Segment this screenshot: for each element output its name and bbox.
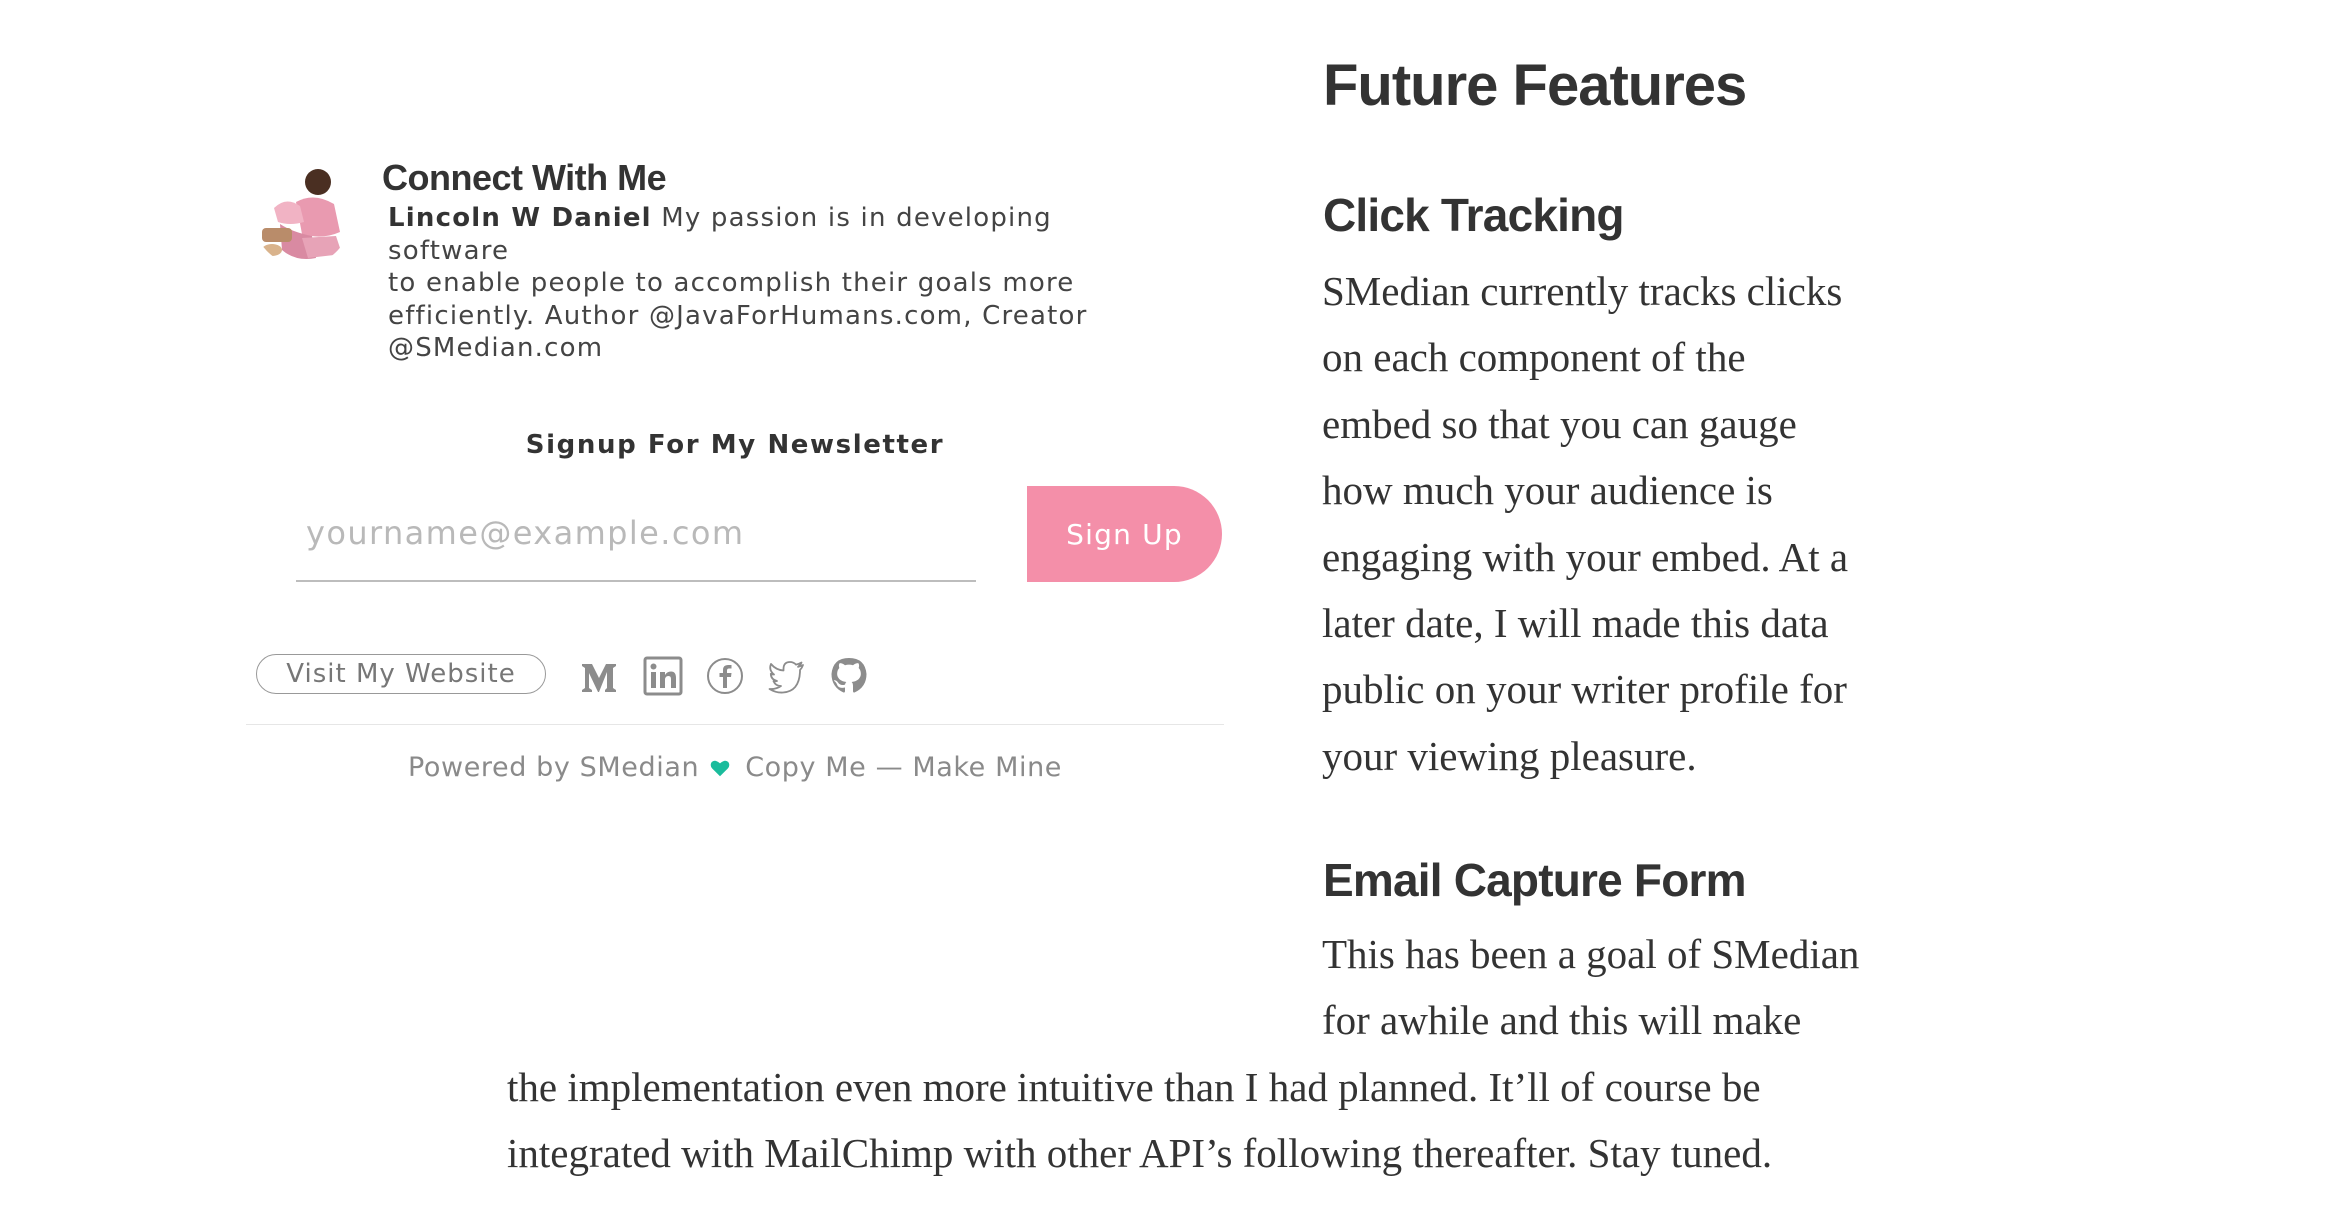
links-row: Visit My Website — [256, 654, 1196, 698]
paragraph-line: the implementation even more intuitive t… — [507, 1064, 1761, 1110]
paragraph-line: This has been a goal of SMedian — [1322, 931, 1860, 977]
paragraph-line: public on your writer profile for — [1322, 666, 1847, 713]
paragraph-line: on each component of the — [1322, 334, 1746, 381]
section-heading-click-tracking: Click Tracking — [1323, 189, 1625, 241]
email-input[interactable] — [296, 486, 976, 582]
paragraph-line: integrated with MailChimp with other API… — [507, 1130, 1773, 1177]
article-title: Future Features — [1323, 53, 1747, 118]
paragraph-line: embed so that you can gauge — [1322, 400, 1797, 447]
signup-button[interactable]: Sign Up — [1027, 486, 1222, 582]
paragraph-line: engaging with your embed. At a — [1322, 533, 1849, 580]
paragraph-line: your viewing pleasure. — [1322, 732, 1697, 779]
powered-by-link[interactable]: Powered by SMedian — [408, 752, 699, 783]
connect-title: Connect With Me — [382, 157, 667, 198]
paragraph-line: for awhile and this will make — [1322, 997, 1802, 1044]
github-icon[interactable] — [829, 656, 869, 696]
copy-me-link[interactable]: Copy Me — Make Mine — [745, 752, 1062, 783]
heart-icon — [710, 760, 730, 777]
medium-icon[interactable] — [579, 656, 619, 696]
email-capture-paragraph-bottom: the implementation even more intuitive t… — [507, 1054, 1772, 1187]
paragraph-line: how much your audience is — [1322, 467, 1773, 514]
click-tracking-paragraph: SMedian currently tracks clicks on each … — [1322, 258, 1942, 789]
paragraph-line: SMedian currently tracks clicks — [1322, 268, 1843, 314]
author-embed-card: Connect With Me Lincoln W Daniel My pass… — [246, 150, 1224, 800]
author-name[interactable]: Lincoln W Daniel — [388, 203, 652, 233]
twitter-icon[interactable] — [767, 656, 807, 696]
footer-divider — [246, 724, 1224, 725]
author-avatar[interactable] — [252, 162, 352, 266]
facebook-icon[interactable] — [705, 656, 745, 696]
embed-footer: Powered by SMedian Copy Me — Make Mine — [246, 752, 1224, 783]
newsletter-form: Sign Up — [296, 486, 1222, 584]
section-heading-email-capture: Email Capture Form — [1323, 854, 1747, 906]
newsletter-title: Signup For My Newsletter — [525, 430, 945, 460]
visit-website-button[interactable]: Visit My Website — [256, 654, 546, 694]
paragraph-line: later date, I will made this data — [1322, 600, 1829, 647]
bio-text-line3: efficiently. Author @JavaForHumans.com, … — [388, 300, 1088, 331]
email-capture-paragraph-top: This has been a goal of SMedian for awhi… — [1322, 921, 1859, 1054]
bio-text-line2: to enable people to accomplish their goa… — [388, 268, 1075, 298]
bio-text-line4: @SMedian.com — [388, 333, 604, 363]
author-bio: Lincoln W Daniel My passion is in develo… — [388, 202, 1178, 365]
linkedin-icon[interactable] — [643, 656, 683, 696]
